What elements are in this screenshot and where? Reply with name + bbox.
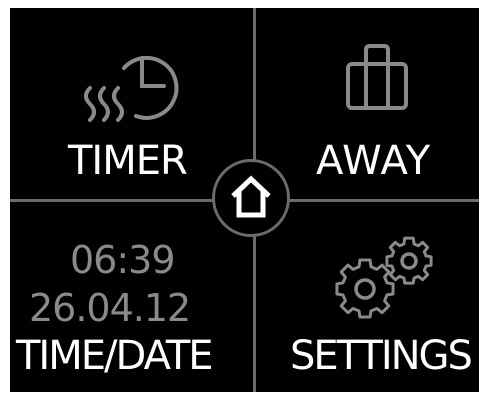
time-date-tile[interactable]: 06:39 26.04.12 TIME/DATE [10, 202, 253, 392]
timer-heat-icon [78, 44, 188, 130]
thermostat-screen: TIMER AWAY 06:39 26.04.12 TIME/DATE SETT… [10, 8, 479, 392]
date-readout: 26.04.12 [29, 286, 191, 330]
time-date-label: TIME/DATE [16, 333, 214, 379]
home-button[interactable] [212, 159, 290, 237]
suitcase-icon [344, 42, 410, 112]
away-label: AWAY [316, 138, 432, 184]
settings-tile[interactable]: SETTINGS [256, 202, 479, 392]
time-readout: 06:39 [70, 238, 176, 282]
settings-label: SETTINGS [290, 333, 473, 379]
gears-icon [329, 233, 439, 323]
timer-tile[interactable]: TIMER [10, 8, 253, 199]
away-tile[interactable]: AWAY [256, 8, 479, 199]
home-icon [231, 175, 271, 218]
timer-label: TIMER [68, 138, 188, 184]
